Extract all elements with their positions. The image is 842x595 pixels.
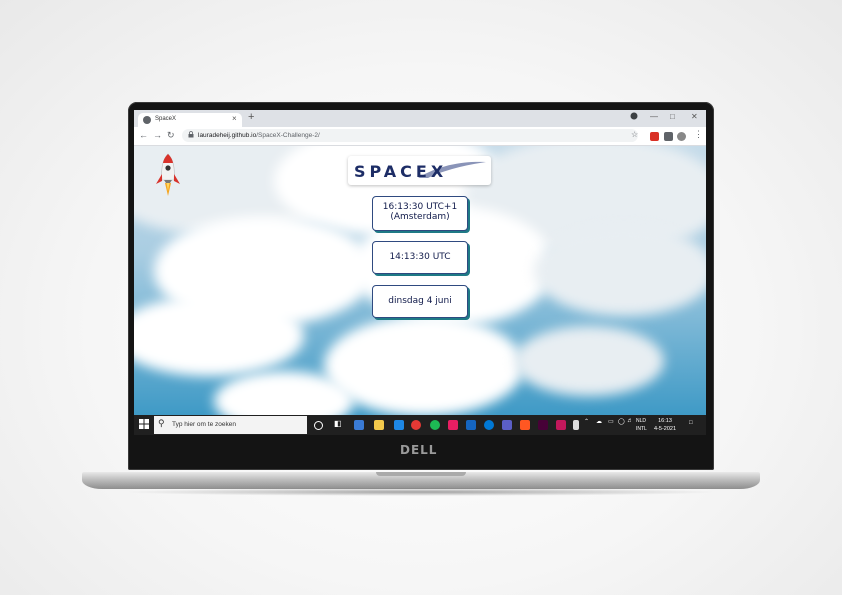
url-path: /SpaceX-Challenge-2/	[256, 132, 320, 139]
teams-icon[interactable]	[502, 420, 512, 430]
taskbar-clock[interactable]: 16:13 4-5-2021	[654, 417, 676, 433]
spacex-logo: SPACEX	[348, 156, 491, 185]
local-timezone: (Amsterdam)	[390, 212, 450, 222]
forward-icon[interactable]: →	[153, 130, 162, 140]
photos-icon[interactable]	[448, 420, 458, 430]
cloud	[134, 296, 304, 376]
url-host: lauradeheij.github.io	[198, 132, 257, 139]
outlook-icon[interactable]	[466, 420, 476, 430]
logo-text: SPACEX	[354, 162, 448, 181]
keyboard-layout: INTL	[636, 426, 647, 432]
clock-time: 16:13	[658, 418, 672, 424]
clock-date: 4-5-2021	[654, 426, 677, 432]
reload-icon[interactable]: ↻	[167, 130, 175, 141]
bookmark-star-icon[interactable]: ☆	[631, 130, 638, 139]
date-text: dinsdag 4 juni	[388, 296, 452, 306]
dell-logo: DELL	[400, 443, 438, 457]
search-icon: ⚲	[158, 418, 165, 428]
rocket-icon	[156, 153, 180, 196]
chrome-icon[interactable]	[411, 420, 421, 430]
vscode-icon[interactable]	[394, 420, 404, 430]
utc-time-box: 14:13:30 UTC	[372, 241, 468, 274]
taskbar: ⚲ Typ hier om te zoeken ◧ ⌃ ☁ ▭ ◯ ♬ NLD …	[134, 415, 706, 435]
laptop-screen: SpaceX × + — □ ✕ ← → ↻ lauradeheij.githu…	[134, 110, 706, 435]
scrollbar[interactable]	[573, 420, 579, 430]
url-text: lauradeheij.github.io/SpaceX-Challenge-2…	[198, 132, 320, 139]
store-icon[interactable]	[354, 420, 364, 430]
network-icon[interactable]: ◯	[618, 418, 625, 425]
cloud	[534, 226, 706, 316]
cortana-icon[interactable]	[314, 421, 323, 430]
file-explorer-icon[interactable]	[374, 420, 384, 430]
cloud-icon[interactable]: ☁	[596, 418, 602, 425]
cloud	[324, 316, 524, 415]
utc-time: 14:13:30 UTC	[389, 252, 451, 262]
lock-icon	[188, 131, 194, 140]
app-icon[interactable]	[520, 420, 530, 430]
laptop-base	[82, 472, 760, 489]
browser-tab[interactable]: SpaceX ×	[138, 113, 242, 127]
tab-close-icon[interactable]: ×	[232, 114, 237, 123]
date-box: dinsdag 4 juni	[372, 285, 468, 318]
spotify-icon[interactable]	[430, 420, 440, 430]
profile-icon[interactable]	[630, 112, 638, 122]
laptop-shadow	[120, 488, 722, 496]
search-placeholder: Typ hier om te zoeken	[172, 421, 236, 428]
maximize-icon[interactable]: □	[670, 112, 675, 121]
minimize-icon[interactable]: —	[650, 112, 658, 121]
browser-tab-strip: SpaceX × + — □ ✕	[134, 110, 706, 127]
language-code: NLD	[636, 418, 647, 424]
volume-icon[interactable]: ♬	[627, 418, 633, 424]
edge-icon[interactable]	[484, 420, 494, 430]
lid-notch	[376, 472, 466, 476]
taskbar-search-box[interactable]: ⚲ Typ hier om te zoeken	[154, 416, 307, 434]
windows-start-icon[interactable]	[139, 419, 149, 429]
favicon-icon	[143, 116, 151, 124]
adobe-xd-icon[interactable]	[538, 420, 548, 430]
avatar[interactable]	[677, 132, 686, 141]
battery-icon[interactable]: ▭	[608, 418, 614, 425]
task-view-icon[interactable]: ◧	[334, 419, 344, 429]
back-icon[interactable]: ←	[139, 130, 148, 140]
pdf-extension-icon[interactable]	[650, 132, 659, 141]
cloud	[514, 326, 664, 396]
notification-icon[interactable]: □	[689, 420, 693, 426]
app-icon[interactable]	[556, 420, 566, 430]
menu-dots-icon[interactable]: ⋮	[694, 129, 703, 140]
address-bar[interactable]: lauradeheij.github.io/SpaceX-Challenge-2…	[182, 129, 638, 142]
browser-toolbar: ← → ↻ lauradeheij.github.io/SpaceX-Chall…	[134, 127, 706, 146]
extensions-puzzle-icon[interactable]	[664, 132, 673, 141]
tab-title: SpaceX	[155, 116, 177, 122]
tray-chevron-icon[interactable]: ⌃	[584, 418, 589, 425]
local-time: 16:13:30 UTC+1	[382, 202, 458, 212]
webpage: SPACEX 16:13:30 UTC+1 (Amsterdam) 14:13:…	[134, 146, 706, 415]
close-window-icon[interactable]: ✕	[691, 112, 698, 121]
local-time-box: 16:13:30 UTC+1 (Amsterdam)	[372, 196, 468, 231]
language-indicator[interactable]: NLD INTL	[636, 417, 647, 433]
new-tab-button[interactable]: +	[248, 111, 254, 123]
